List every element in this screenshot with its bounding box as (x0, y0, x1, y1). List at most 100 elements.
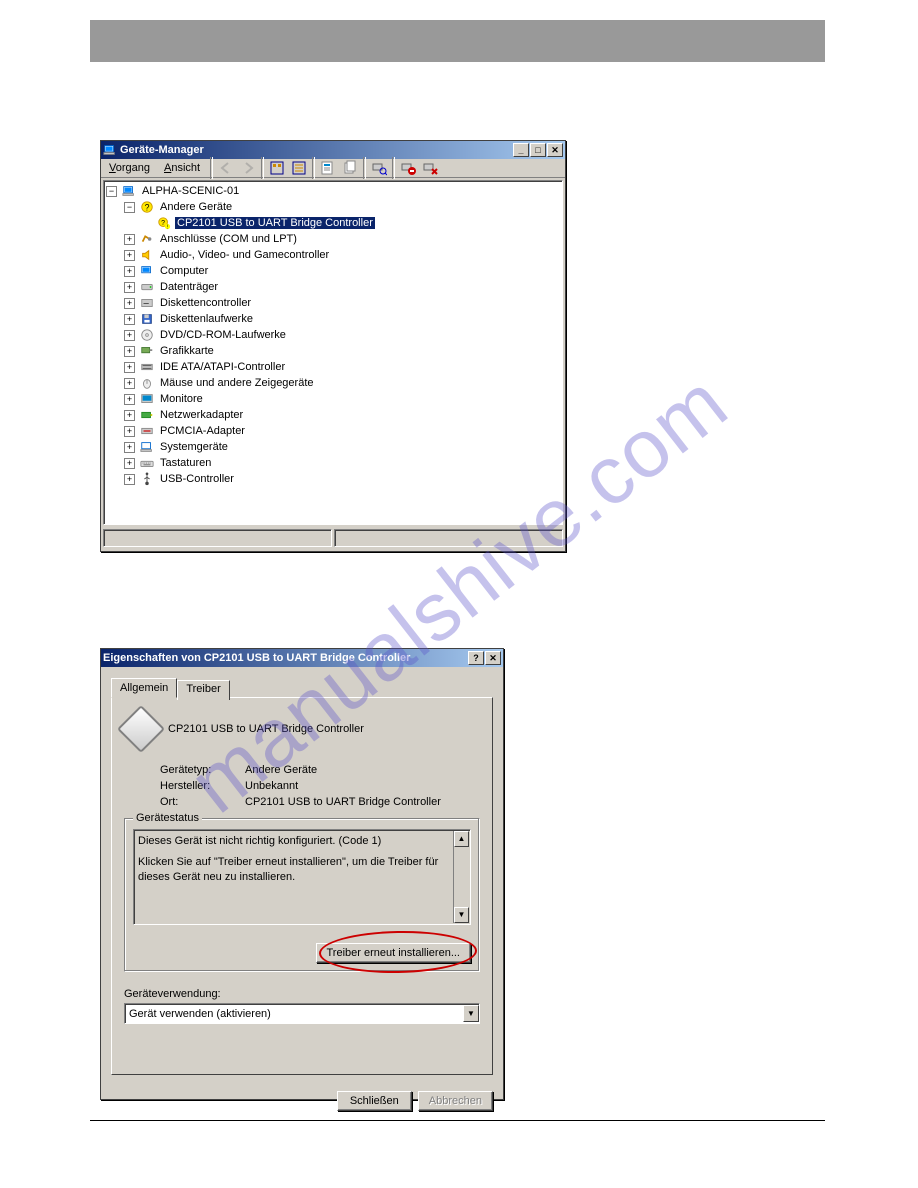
expand-icon[interactable]: + (124, 394, 135, 405)
location-value: CP2101 USB to UART Bridge Controller (245, 796, 441, 808)
statusbar (101, 527, 565, 549)
tree-item-system[interactable]: +Systemgeräte (106, 439, 560, 455)
pcmcia-icon (139, 423, 155, 439)
tree-item-floppy[interactable]: + Diskettenlaufwerke (106, 311, 560, 327)
device-type-label: Gerätetyp: (160, 764, 245, 776)
tree-item-computer[interactable]: + Computer (106, 263, 560, 279)
expand-icon[interactable]: + (124, 298, 135, 309)
manufacturer-value: Unbekannt (245, 780, 298, 792)
expand-icon[interactable]: + (124, 330, 135, 341)
tree-item-monitors[interactable]: +Monitore (106, 391, 560, 407)
uninstall-icon[interactable] (397, 157, 419, 179)
tab-panel-general: CP2101 USB to UART Bridge Controller Ger… (111, 697, 493, 1075)
scan-hardware-icon[interactable] (368, 157, 390, 179)
forward-button[interactable] (237, 157, 259, 179)
collapse-icon[interactable]: − (106, 186, 117, 197)
expand-icon[interactable]: + (124, 474, 135, 485)
cancel-dialog-button[interactable]: Abbrechen (418, 1091, 493, 1111)
disable-icon[interactable] (419, 157, 441, 179)
tab-general[interactable]: Allgemein (111, 678, 177, 698)
view-by-icon[interactable] (266, 157, 288, 179)
tree-item-floppy-ctrl[interactable]: +Diskettencontroller (106, 295, 560, 311)
expand-icon[interactable]: + (124, 266, 135, 277)
menu-separator (210, 157, 213, 179)
toolbar-separator-4 (392, 157, 395, 179)
device-usage-value: Gerät verwenden (aktivieren) (129, 1008, 271, 1020)
expand-icon[interactable]: + (124, 234, 135, 245)
help-button[interactable]: ? (468, 651, 484, 665)
tree-other-devices[interactable]: − ? Andere Geräte (106, 199, 560, 215)
collapse-icon[interactable]: − (124, 202, 135, 213)
tree-selected-device[interactable]: ?! CP2101 USB to UART Bridge Controller (106, 215, 560, 231)
page-header-bar (90, 20, 825, 62)
question-warning-icon: ?! (156, 215, 172, 231)
maximize-button[interactable]: □ (530, 143, 546, 157)
expand-icon[interactable]: + (124, 346, 135, 357)
tree-item-label: PCMCIA-Adapter (158, 425, 247, 437)
reinstall-driver-button[interactable]: Treiber erneut installieren... (316, 943, 472, 963)
tree-item-label: Diskettenlaufwerke (158, 313, 255, 325)
properties-icon[interactable] (317, 157, 339, 179)
computer-icon (103, 143, 117, 157)
properties2-icon[interactable] (339, 157, 361, 179)
tree-item-label: Datenträger (158, 281, 220, 293)
device-name: CP2101 USB to UART Bridge Controller (168, 723, 364, 735)
scroll-up-icon[interactable]: ▲ (454, 831, 469, 847)
svg-text:?: ? (161, 220, 165, 227)
expand-icon[interactable]: + (124, 362, 135, 373)
tree-item-label: IDE ATA/ATAPI-Controller (158, 361, 287, 373)
back-button[interactable] (215, 157, 237, 179)
close-button[interactable]: ✕ (485, 651, 501, 665)
usb-icon (139, 471, 155, 487)
dropdown-arrow-icon[interactable]: ▼ (463, 1005, 479, 1022)
close-dialog-button[interactable]: Schließen (337, 1091, 412, 1111)
disk-icon (139, 279, 155, 295)
tree-item-label: Mäuse und andere Zeigegeräte (158, 377, 316, 389)
scrollbar[interactable]: ▲ ▼ (453, 831, 469, 923)
expand-icon[interactable]: + (124, 250, 135, 261)
view-list-icon[interactable] (288, 157, 310, 179)
tree-item-network[interactable]: +Netzwerkadapter (106, 407, 560, 423)
tree-item-usb[interactable]: +USB-Controller (106, 471, 560, 487)
dialog-button-row: Schließen Abbrechen (101, 1083, 503, 1119)
expand-icon[interactable]: + (124, 282, 135, 293)
tree-item-label: DVD/CD-ROM-Laufwerke (158, 329, 288, 341)
tree-item-display[interactable]: +Grafikkarte (106, 343, 560, 359)
tab-strip: Allgemein Treiber (111, 678, 493, 698)
display-adapter-icon (139, 343, 155, 359)
tree-item-keyboards[interactable]: +Tastaturen (106, 455, 560, 471)
tree-item-audio[interactable]: +Audio-, Video- und Gamecontroller (106, 247, 560, 263)
menu-view[interactable]: Ansicht (158, 161, 208, 175)
scroll-down-icon[interactable]: ▼ (454, 907, 469, 923)
dialog-title: Eigenschaften von CP2101 USB to UART Bri… (103, 652, 468, 664)
expand-icon[interactable]: + (124, 314, 135, 325)
manufacturer-label: Hersteller: (160, 780, 245, 792)
device-usage-label: Geräteverwendung: (124, 988, 480, 1000)
expand-icon[interactable]: + (124, 410, 135, 421)
menu-action[interactable]: Vorgang (103, 161, 158, 175)
monitor-icon (139, 391, 155, 407)
titlebar[interactable]: Eigenschaften von CP2101 USB to UART Bri… (101, 649, 503, 667)
device-diamond-icon (117, 705, 165, 753)
expand-icon[interactable]: + (124, 378, 135, 389)
tree-item-disk[interactable]: + Datenträger (106, 279, 560, 295)
tree-item-ide[interactable]: + IDE ATA/ATAPI-Controller (106, 359, 560, 375)
ide-icon (139, 359, 155, 375)
tab-driver[interactable]: Treiber (177, 680, 229, 700)
floppy-icon (139, 311, 155, 327)
device-tree[interactable]: − ALPHA-SCENIC-01 − ? Andere Geräte ?! C… (103, 180, 563, 525)
tree-item-pcmcia[interactable]: + PCMCIA-Adapter (106, 423, 560, 439)
tree-item-dvd[interactable]: + DVD/CD-ROM-Laufwerke (106, 327, 560, 343)
tree-root[interactable]: − ALPHA-SCENIC-01 (106, 183, 560, 199)
expand-icon[interactable]: + (124, 426, 135, 437)
tree-item-ports[interactable]: +Anschlüsse (COM und LPT) (106, 231, 560, 247)
tree-item-label: Computer (158, 265, 210, 277)
speaker-icon (139, 247, 155, 263)
tree-item-mice[interactable]: + Mäuse und andere Zeigegeräte (106, 375, 560, 391)
close-button[interactable]: ✕ (547, 143, 563, 157)
expand-icon[interactable]: + (124, 458, 135, 469)
minimize-button[interactable]: _ (513, 143, 529, 157)
device-usage-combo[interactable]: Gerät verwenden (aktivieren) ▼ (124, 1003, 480, 1024)
expand-icon[interactable]: + (124, 442, 135, 453)
device-status-text[interactable]: Dieses Gerät ist nicht richtig konfiguri… (133, 829, 471, 925)
